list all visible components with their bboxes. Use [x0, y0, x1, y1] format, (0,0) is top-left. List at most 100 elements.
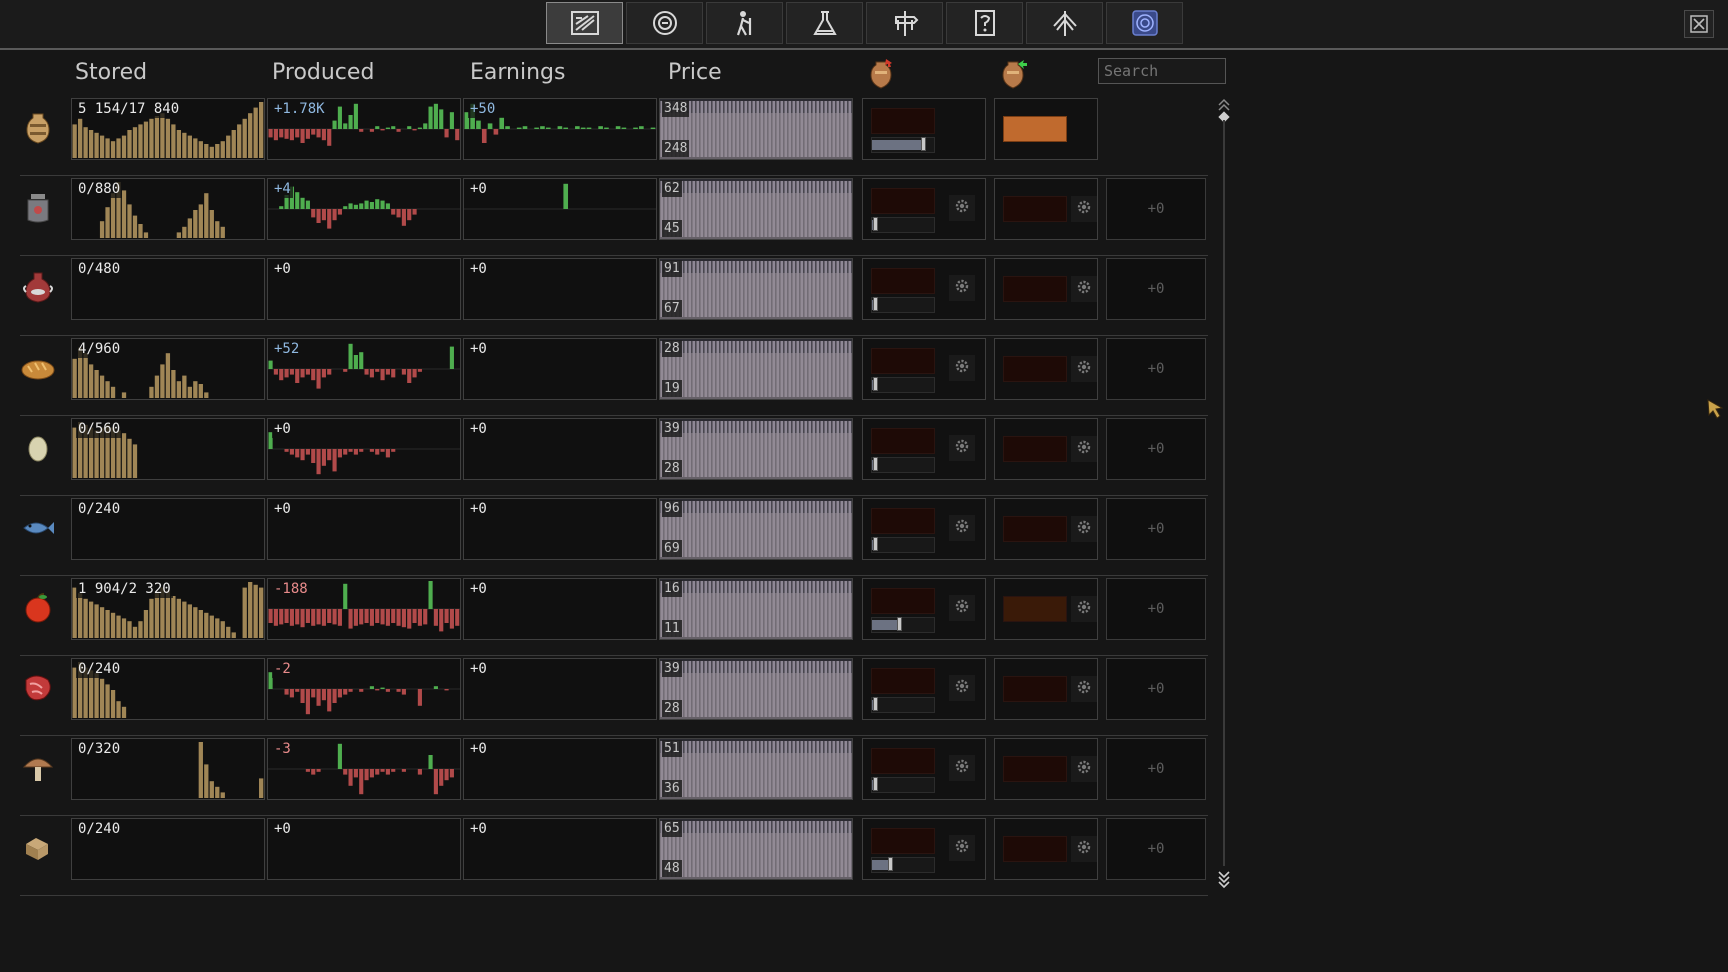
export-amount-field[interactable]	[1003, 676, 1067, 702]
import-amount-field[interactable]	[871, 668, 935, 694]
fish-icon[interactable]	[20, 510, 56, 546]
import-amount-field[interactable]	[871, 268, 935, 294]
export-settings-button[interactable]	[1071, 356, 1097, 382]
tab-ledger[interactable]	[546, 2, 623, 44]
export-settings-button[interactable]	[1071, 436, 1097, 462]
export-amount-field[interactable]	[1003, 436, 1067, 462]
import-slider[interactable]	[871, 697, 935, 713]
tab-tree[interactable]	[1026, 2, 1103, 44]
import-slider-handle[interactable]	[873, 377, 878, 391]
import-slider[interactable]	[871, 857, 935, 873]
header-earnings[interactable]: Earnings	[470, 60, 565, 85]
import-amount-field[interactable]	[871, 428, 935, 454]
produced-bar	[353, 449, 358, 455]
import-settings-button[interactable]	[949, 595, 975, 621]
scroll-up-icon[interactable]	[1216, 96, 1232, 123]
import-settings-button[interactable]	[949, 275, 975, 301]
import-slider-handle[interactable]	[873, 537, 878, 551]
scroll-down-icon[interactable]	[1216, 866, 1232, 890]
import-slider[interactable]	[871, 617, 935, 633]
scroll-track[interactable]	[1223, 120, 1225, 866]
produced-bar	[300, 369, 305, 378]
header-price[interactable]: Price	[668, 60, 722, 85]
close-button[interactable]	[1684, 10, 1714, 38]
import-slider-handle[interactable]	[873, 697, 878, 711]
import-slider[interactable]	[871, 457, 935, 473]
bread-icon[interactable]	[20, 350, 56, 386]
export-settings-button[interactable]	[1071, 836, 1097, 862]
export-settings-button[interactable]	[1071, 756, 1097, 782]
stored-bar	[110, 193, 116, 238]
import-amount-field[interactable]	[871, 828, 935, 854]
search-input[interactable]	[1098, 58, 1226, 84]
import-slider[interactable]	[871, 137, 935, 153]
export-amount-field[interactable]	[1003, 356, 1067, 382]
produced-cell: +0	[267, 818, 461, 880]
resource-row: 1 904/2 320 -188 +0 16 11 +0	[20, 576, 1208, 656]
export-amount-field[interactable]	[1003, 596, 1067, 622]
import-settings-button[interactable]	[949, 195, 975, 221]
crate-icon[interactable]	[20, 830, 56, 866]
export-amount-field[interactable]	[1003, 516, 1067, 542]
meat-icon[interactable]	[20, 670, 56, 706]
produced-bar	[348, 343, 353, 369]
stored-bar	[171, 124, 176, 158]
import-slider[interactable]	[871, 537, 935, 553]
import-slider-handle[interactable]	[921, 137, 926, 151]
export-settings-button[interactable]	[1071, 276, 1097, 302]
earnings-graph	[464, 499, 656, 559]
import-settings-button[interactable]	[949, 755, 975, 781]
export-settings-button[interactable]	[1071, 516, 1097, 542]
import-slider-handle[interactable]	[873, 217, 878, 231]
stored-bar	[259, 778, 264, 798]
import-slider-handle[interactable]	[873, 457, 878, 471]
amphora-icon[interactable]	[20, 110, 56, 146]
import-slider[interactable]	[871, 777, 935, 793]
import-slider[interactable]	[871, 377, 935, 393]
export-settings-button[interactable]	[1071, 596, 1097, 622]
export-amount-field[interactable]	[1003, 276, 1067, 302]
import-slider-handle[interactable]	[897, 617, 902, 631]
import-slider-handle[interactable]	[873, 777, 878, 791]
import-amount-field[interactable]	[871, 588, 935, 614]
export-settings-button[interactable]	[1071, 676, 1097, 702]
tab-coin[interactable]	[626, 2, 703, 44]
earnings-bar	[487, 123, 493, 129]
scrollbar[interactable]	[1216, 96, 1232, 890]
export-amount-field[interactable]	[1003, 116, 1067, 142]
import-settings-button[interactable]	[949, 355, 975, 381]
apple-icon[interactable]	[20, 590, 56, 626]
tab-research[interactable]	[786, 2, 863, 44]
tab-map[interactable]	[1106, 2, 1183, 44]
import-slider[interactable]	[871, 297, 935, 313]
import-settings-button[interactable]	[949, 835, 975, 861]
import-amount-field[interactable]	[871, 748, 935, 774]
export-amount-field[interactable]	[1003, 836, 1067, 862]
tab-help[interactable]	[946, 2, 1023, 44]
mushroom-icon[interactable]	[20, 750, 56, 786]
header-produced[interactable]: Produced	[272, 60, 374, 85]
export-amount-field[interactable]	[1003, 756, 1067, 782]
egg-icon[interactable]	[20, 430, 56, 466]
import-amount-field[interactable]	[871, 348, 935, 374]
tab-workers[interactable]	[706, 2, 783, 44]
export-amount-field[interactable]	[1003, 196, 1067, 222]
resource-row: 0/240 +0 +0 96 69 +0	[20, 496, 1208, 576]
jar-icon[interactable]	[20, 190, 56, 226]
vase-icon[interactable]	[20, 270, 56, 306]
import-amount-field[interactable]	[871, 508, 935, 534]
price-range	[660, 513, 852, 559]
import-settings-button[interactable]	[949, 435, 975, 461]
import-settings-button[interactable]	[949, 675, 975, 701]
import-settings-button[interactable]	[949, 515, 975, 541]
import-slider-handle[interactable]	[888, 857, 893, 871]
import-amount-field[interactable]	[871, 108, 935, 134]
import-slider[interactable]	[871, 217, 935, 233]
import-slider-handle[interactable]	[873, 297, 878, 311]
tab-roads[interactable]	[866, 2, 943, 44]
export-amphora-icon[interactable]	[996, 56, 1030, 92]
export-settings-button[interactable]	[1071, 196, 1097, 222]
import-amount-field[interactable]	[871, 188, 935, 214]
header-stored[interactable]: Stored	[75, 60, 147, 85]
import-amphora-icon[interactable]	[864, 56, 898, 92]
